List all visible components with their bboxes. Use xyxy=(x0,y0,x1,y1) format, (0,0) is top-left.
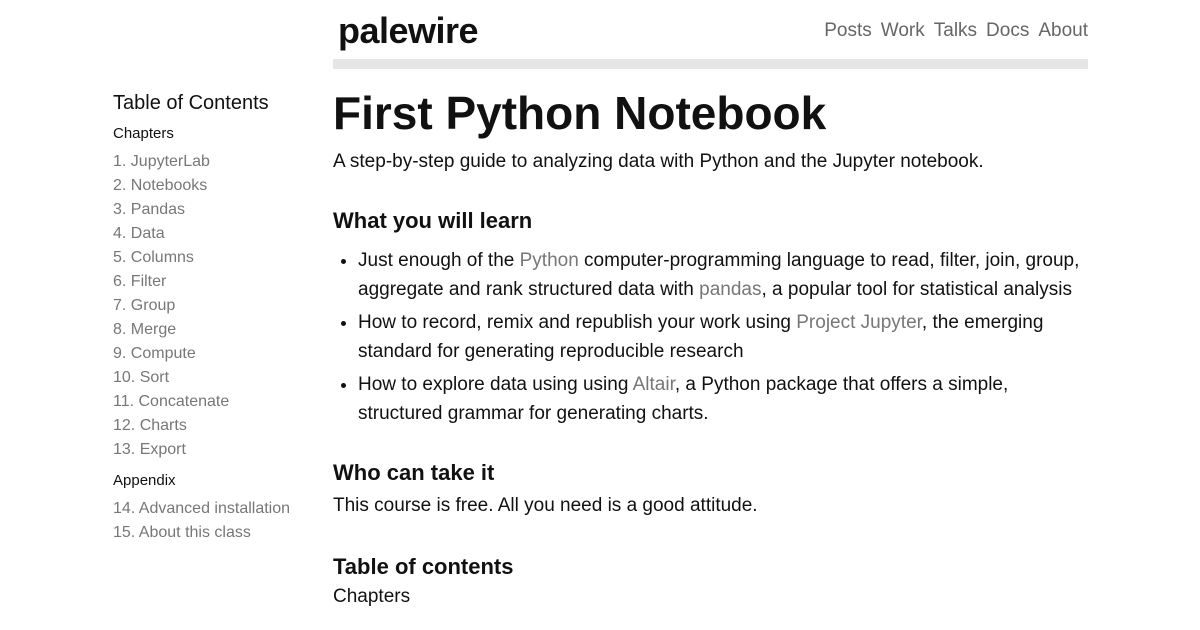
learn-text: How to explore data using using xyxy=(358,374,633,395)
sidebar-item-charts[interactable]: 12. Charts xyxy=(113,417,187,434)
section-heading-learn: What you will learn xyxy=(333,208,533,233)
sidebar-item-columns[interactable]: 5. Columns xyxy=(113,249,194,266)
python-link[interactable]: Python xyxy=(520,250,579,271)
sidebar-chapters-list: 1. JupyterLab 2. Notebooks 3. Pandas 4. … xyxy=(113,150,313,462)
toc-chapters-label: Chapters xyxy=(333,586,411,607)
sidebar-item-about-this-class[interactable]: 15. About this class xyxy=(113,524,251,541)
list-item: 2. Notebooks xyxy=(113,174,313,198)
learn-list: Just enough of the Python computer-progr… xyxy=(333,246,1093,428)
list-item: 1. JupyterLab xyxy=(113,150,313,174)
altair-link[interactable]: Altair xyxy=(633,374,675,395)
list-item: 13. Export xyxy=(113,438,313,462)
page: palewire Posts Work Talks Docs About Tab… xyxy=(0,0,1200,630)
page-title: First Python Notebook xyxy=(333,87,827,139)
main-content: First Python Notebook A step-by-step gui… xyxy=(333,86,1093,608)
learn-text: How to record, remix and republish your … xyxy=(358,312,797,333)
list-item: 5. Columns xyxy=(113,246,313,270)
sidebar-item-notebooks[interactable]: 2. Notebooks xyxy=(113,177,207,194)
page-lede: A step-by-step guide to analyzing data w… xyxy=(333,151,984,172)
nav-posts[interactable]: Posts xyxy=(824,20,872,42)
section-heading-who: Who can take it xyxy=(333,460,495,485)
site-header: palewire Posts Work Talks Docs About xyxy=(333,0,1088,70)
nav-about[interactable]: About xyxy=(1038,20,1088,42)
list-item: 8. Merge xyxy=(113,318,313,342)
sidebar-item-compute[interactable]: 9. Compute xyxy=(113,345,196,362)
sidebar-chapters-heading: Chapters xyxy=(113,125,174,142)
project-jupyter-link[interactable]: Project Jupyter xyxy=(796,312,922,333)
sidebar-item-advanced-installation[interactable]: 14. Advanced installation xyxy=(113,500,290,517)
list-item: 4. Data xyxy=(113,222,313,246)
header-rule xyxy=(333,59,1088,69)
learn-text: , a popular tool for statistical analysi… xyxy=(761,279,1073,300)
list-item: 9. Compute xyxy=(113,342,313,366)
list-item: 3. Pandas xyxy=(113,198,313,222)
sidebar-appendix-list: 14. Advanced installation 15. About this… xyxy=(113,497,313,545)
sidebar-item-sort[interactable]: 10. Sort xyxy=(113,369,169,386)
sidebar-item-group[interactable]: 7. Group xyxy=(113,297,175,314)
list-item: 12. Charts xyxy=(113,414,313,438)
list-item: 6. Filter xyxy=(113,270,313,294)
nav-talks[interactable]: Talks xyxy=(934,20,977,42)
list-item: How to explore data using using Altair, … xyxy=(358,370,1093,428)
sidebar-item-data[interactable]: 4. Data xyxy=(113,225,165,242)
list-item: 7. Group xyxy=(113,294,313,318)
brand-logo-link[interactable]: palewire xyxy=(338,10,479,52)
list-item: Just enough of the Python computer-progr… xyxy=(358,246,1093,304)
list-item: How to record, remix and republish your … xyxy=(358,308,1093,366)
top-nav: Posts Work Talks Docs About xyxy=(824,20,1088,42)
sidebar-title: Table of Contents xyxy=(113,92,269,114)
sidebar-item-concatenate[interactable]: 11. Concatenate xyxy=(113,393,229,410)
sidebar-item-jupyterlab[interactable]: 1. JupyterLab xyxy=(113,153,210,170)
nav-work[interactable]: Work xyxy=(881,20,925,42)
sidebar-item-export[interactable]: 13. Export xyxy=(113,441,186,458)
learn-text: Just enough of the xyxy=(358,250,520,271)
section-heading-toc: Table of contents xyxy=(333,554,514,579)
list-item: 15. About this class xyxy=(113,521,313,545)
sidebar-item-merge[interactable]: 8. Merge xyxy=(113,321,176,338)
pandas-link[interactable]: pandas xyxy=(699,279,761,300)
sidebar-item-filter[interactable]: 6. Filter xyxy=(113,273,166,290)
sidebar-appendix-heading: Appendix xyxy=(113,472,176,489)
list-item: 11. Concatenate xyxy=(113,390,313,414)
nav-docs[interactable]: Docs xyxy=(986,20,1029,42)
sidebar-item-pandas[interactable]: 3. Pandas xyxy=(113,201,185,218)
list-item: 14. Advanced installation xyxy=(113,497,313,521)
who-text: This course is free. All you need is a g… xyxy=(333,495,758,516)
list-item: 10. Sort xyxy=(113,366,313,390)
sidebar-toc: Table of Contents Chapters 1. JupyterLab… xyxy=(113,92,313,555)
